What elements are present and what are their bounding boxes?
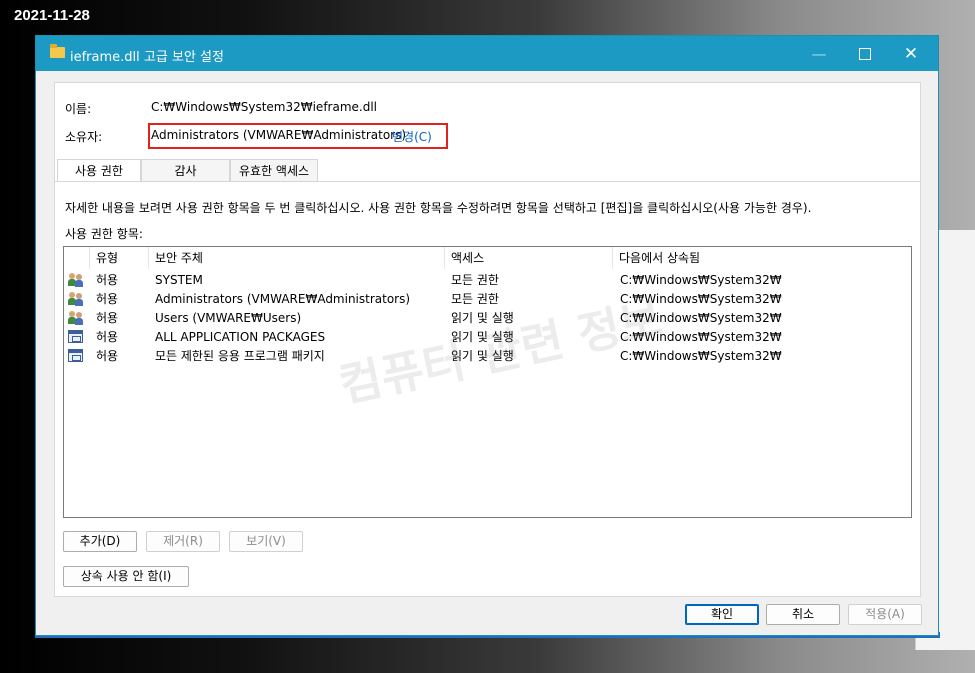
minimize-button[interactable]: — — [796, 36, 842, 71]
owner-value: Administrators (VMWARE₩Administrators) — [151, 128, 407, 142]
row-type: 허용 — [96, 349, 119, 363]
permission-entries-label: 사용 권한 항목: — [65, 227, 143, 241]
tab-auditing[interactable]: 감사 — [141, 159, 230, 181]
row-principal: 모든 제한된 응용 프로그램 패키지 — [155, 349, 325, 363]
row-access: 모든 권한 — [451, 292, 499, 306]
title-bar[interactable]: ieframe.dll 고급 보안 설정 — ✕ — [36, 36, 938, 71]
instructions-text: 자세한 내용을 보려면 사용 권한 항목을 두 번 클릭하십시오. 사용 권한 … — [65, 201, 812, 215]
row-principal: Administrators (VMWARE₩Administrators) — [155, 292, 411, 306]
users-icon — [68, 273, 84, 287]
column-header-icon[interactable] — [64, 247, 90, 269]
remove-button[interactable]: 제거(R) — [146, 531, 220, 552]
users-icon — [68, 311, 84, 325]
cancel-button[interactable]: 취소 — [766, 604, 840, 625]
column-header-principal[interactable]: 보안 주체 — [149, 247, 445, 269]
maximize-button[interactable] — [842, 36, 888, 71]
row-principal: Users (VMWARE₩Users) — [155, 311, 302, 325]
tab-permissions[interactable]: 사용 권한 — [57, 159, 141, 182]
security-settings-window: ieframe.dll 고급 보안 설정 — ✕ 이름: C:₩Windows₩… — [35, 35, 939, 636]
name-value: C:₩Windows₩System32₩ieframe.dll — [151, 100, 378, 114]
add-button[interactable]: 추가(D) — [63, 531, 137, 552]
users-icon — [68, 292, 84, 306]
column-header-access[interactable]: 액세스 — [445, 247, 613, 269]
disable-inheritance-button[interactable]: 상속 사용 안 함(I) — [63, 566, 189, 587]
table-row[interactable]: 허용 Administrators (VMWARE₩Administrators… — [64, 290, 911, 309]
view-button[interactable]: 보기(V) — [229, 531, 303, 552]
row-type: 허용 — [96, 330, 119, 344]
close-button[interactable]: ✕ — [888, 36, 934, 71]
row-principal: SYSTEM — [155, 273, 203, 287]
column-header-type[interactable]: 유형 — [90, 247, 149, 269]
maximize-icon — [859, 47, 871, 60]
tab-effective-access[interactable]: 유효한 액세스 — [230, 159, 318, 181]
row-access: 모든 권한 — [451, 273, 499, 287]
date-label: 2021-11-28 — [14, 7, 90, 24]
ok-button[interactable]: 확인 — [685, 604, 759, 625]
package-icon — [68, 349, 83, 362]
table-row[interactable]: 허용 SYSTEM 모든 권한 C:₩Windows₩System32₩ — [64, 271, 911, 290]
package-icon — [68, 330, 83, 343]
row-principal: ALL APPLICATION PACKAGES — [155, 330, 326, 344]
owner-label: 소유자: — [65, 130, 103, 144]
window-title: ieframe.dll 고급 보안 설정 — [70, 50, 224, 65]
change-owner-link[interactable]: 변경(C) — [392, 128, 432, 145]
column-header-inherited[interactable]: 다음에서 상속됨 — [613, 247, 911, 269]
name-label: 이름: — [65, 102, 92, 116]
row-type: 허용 — [96, 273, 119, 287]
row-type: 허용 — [96, 292, 119, 306]
folder-icon — [50, 44, 65, 58]
apply-button[interactable]: 적용(A) — [848, 604, 922, 625]
row-type: 허용 — [96, 311, 119, 325]
tab-divider — [55, 181, 920, 182]
